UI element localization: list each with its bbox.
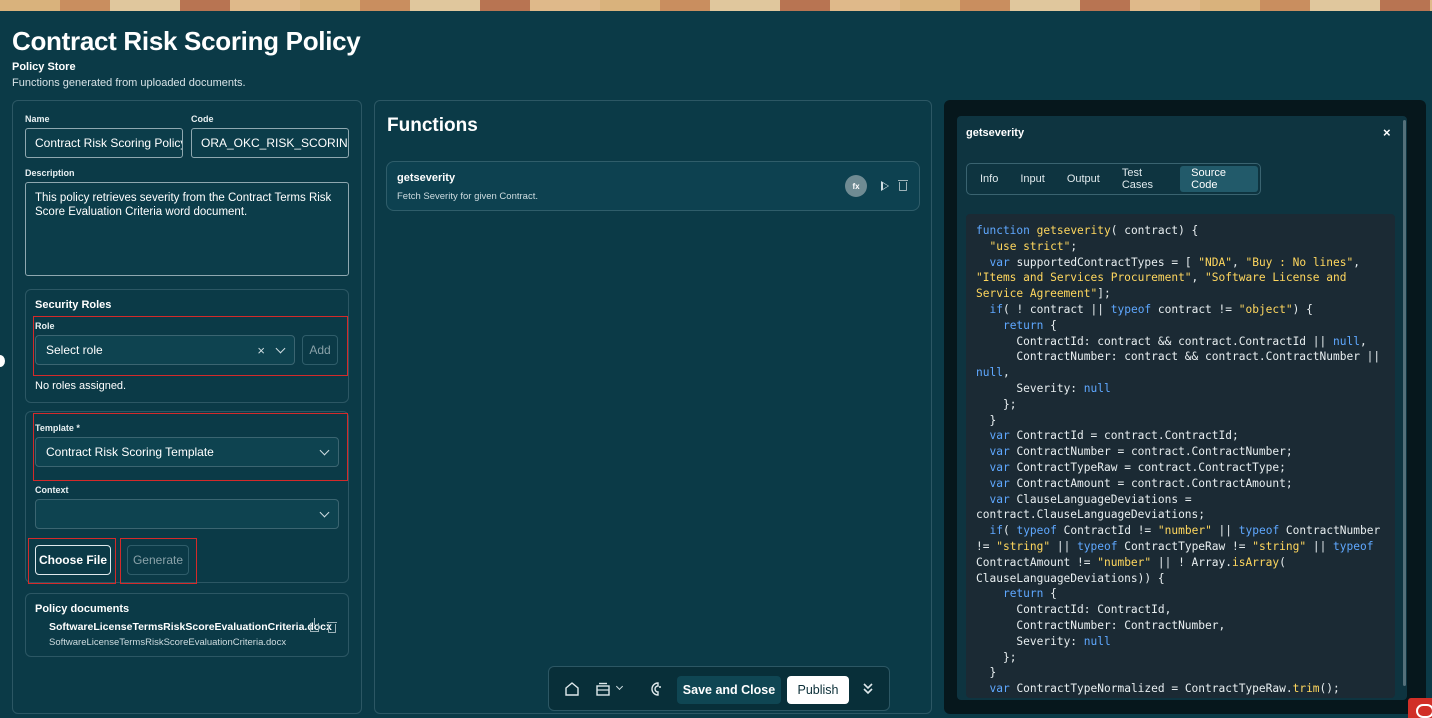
source-code-text: function getseverity( contract) { "use s…	[976, 223, 1382, 697]
code-line: };	[976, 397, 1017, 411]
page-description: Functions generated from uploaded docume…	[12, 77, 246, 89]
page-title: Contract Risk Scoring Policy	[12, 26, 361, 56]
chevron-down-icon	[319, 445, 330, 455]
name-input[interactable]: Contract Risk Scoring Policy	[25, 128, 183, 158]
code-line: function getseverity( contract) {	[976, 224, 1199, 237]
decorative-banner	[0, 0, 1432, 11]
code-input[interactable]: ORA_OKC_RISK_SCORING_PO	[191, 128, 349, 158]
document-filename: SoftwareLicenseTermsRiskScoreEvaluationC…	[49, 637, 287, 648]
download-icon[interactable]	[310, 618, 319, 632]
chevron-down-icon	[319, 507, 330, 517]
add-role-button[interactable]: Add	[302, 335, 338, 365]
delete-document-icon[interactable]	[327, 622, 337, 633]
role-select[interactable]: Select role ×	[35, 335, 295, 365]
code-line: var ContractTypeRaw = contract.ContractT…	[989, 460, 1286, 474]
detail-title: getseverity	[966, 127, 1025, 139]
code-line: "use strict";	[989, 239, 1078, 253]
code-line: ContractNumber: contract && contract.Con…	[976, 350, 1387, 380]
policy-form-panel: Name Contract Risk Scoring Policy Code O…	[12, 100, 362, 714]
no-roles-text: No roles assigned.	[35, 380, 127, 392]
code-line: ContractId: contract && contract.Contrac…	[976, 334, 1367, 348]
clear-icon[interactable]: ×	[257, 343, 265, 358]
code-line: Severity: null	[976, 634, 1111, 648]
code-line: return {	[1002, 318, 1057, 332]
publish-button[interactable]: Publish	[787, 676, 849, 704]
code-line: ContractId: ContractId,	[976, 603, 1172, 617]
tab-info[interactable]: Info	[969, 166, 1009, 192]
template-select-value: Contract Risk Scoring Template	[46, 445, 214, 459]
code-line: };	[976, 650, 1017, 664]
function-detail-panel: getseverity × Info Input Output Test Cases S…	[957, 116, 1407, 700]
functions-panel: Functions getseverity Fetch Severity for…	[374, 100, 932, 714]
role-select-value: Select role	[46, 343, 103, 357]
code-line: }	[976, 413, 997, 427]
scrollbar[interactable]	[1403, 120, 1406, 686]
context-select[interactable]	[35, 499, 339, 529]
edge-handle[interactable]	[0, 355, 5, 367]
tab-output[interactable]: Output	[1056, 166, 1111, 192]
code-label: Code	[191, 114, 214, 124]
template-card: Template * Contract Risk Scoring Templat…	[25, 411, 349, 584]
tab-input[interactable]: Input	[1009, 166, 1055, 192]
context-label: Context	[35, 485, 69, 495]
name-label: Name	[25, 114, 50, 124]
fx-icon: fx	[845, 175, 867, 197]
security-roles-title: Security Roles	[35, 299, 112, 311]
chevron-down-icon	[275, 343, 286, 353]
tab-test-cases[interactable]: Test Cases	[1111, 166, 1180, 192]
description-textarea[interactable]: This policy retrieves severity from the …	[25, 182, 349, 276]
home-icon[interactable]	[564, 681, 580, 697]
function-description: Fetch Severity for given Contract.	[397, 191, 538, 202]
policy-documents-card: Policy documents SoftwareLicenseTermsRis…	[25, 593, 349, 657]
code-line: var ClauseLanguageDeviations = contract.…	[976, 492, 1206, 522]
page-subtitle: Policy Store	[12, 61, 76, 73]
code-line: if( typeof ContractId != "number" || typ…	[976, 524, 1387, 585]
delete-function-icon[interactable]	[898, 180, 908, 191]
source-code-block: function getseverity( contract) { "use s…	[966, 214, 1395, 698]
code-line: var ContractAmount = contract.ContractAm…	[989, 476, 1293, 490]
template-select[interactable]: Contract Risk Scoring Template	[35, 437, 339, 467]
generate-button[interactable]: Generate	[127, 545, 189, 575]
role-label: Role	[35, 321, 55, 331]
template-label: Template *	[35, 423, 80, 433]
code-line: var ContractId = contract.ContractId;	[989, 429, 1239, 443]
detail-tabs: Info Input Output Test Cases Source Code	[966, 163, 1261, 195]
code-line: var ContractNumber = contract.ContractNu…	[989, 445, 1293, 459]
function-name: getseverity	[397, 172, 456, 184]
description-label: Description	[25, 168, 75, 178]
play-icon[interactable]	[881, 181, 889, 191]
save-and-close-button[interactable]: Save and Close	[677, 676, 781, 704]
double-chevron-down-icon[interactable]	[861, 681, 875, 695]
policy-documents-title: Policy documents	[35, 603, 130, 615]
bottom-toolbar: Save and Close Publish	[548, 666, 890, 711]
function-card[interactable]: getseverity Fetch Severity for given Con…	[386, 161, 920, 211]
page-header: Contract Risk Scoring Policy Policy Stor…	[12, 26, 361, 89]
functions-title: Functions	[387, 115, 478, 136]
chevron-down-icon[interactable]	[615, 682, 624, 691]
layers-icon[interactable]	[595, 681, 611, 697]
palette-icon[interactable]	[650, 681, 666, 697]
choose-file-button[interactable]: Choose File	[35, 545, 111, 575]
code-line: var supportedContractTypes = [ "NDA", "B…	[976, 255, 1367, 301]
tab-source-code[interactable]: Source Code	[1180, 166, 1258, 192]
close-icon[interactable]: ×	[1383, 125, 1391, 140]
code-line: return {	[1002, 587, 1057, 601]
assistant-launcher-icon[interactable]	[1408, 698, 1432, 718]
code-line: if( ! contract || typeof contract != "ob…	[989, 302, 1313, 316]
code-line: Severity: null	[976, 381, 1111, 395]
security-roles-card: Security Roles Role Select role × Add No…	[25, 289, 349, 403]
document-name[interactable]: SoftwareLicenseTermsRiskScoreEvaluationC…	[49, 621, 332, 633]
code-line: ContractNumber: ContractNumber,	[976, 618, 1226, 632]
code-line: }	[976, 666, 997, 680]
code-line: var ContractTypeNormalized = ContractTyp…	[989, 682, 1340, 696]
